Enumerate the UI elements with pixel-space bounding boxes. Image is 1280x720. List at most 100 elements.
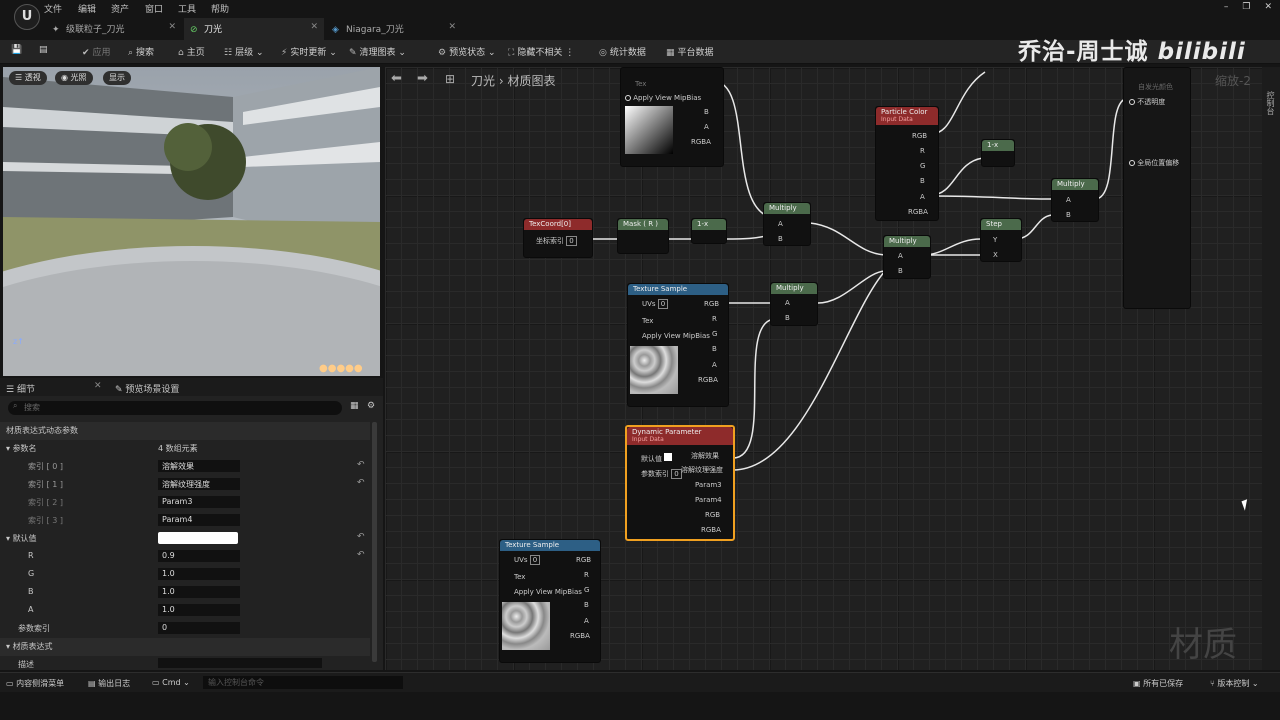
back-arrow-icon[interactable]: ⬅: [391, 71, 402, 86]
texture-sample-node-mid[interactable]: Texture Sample UVs 0 Tex Apply View MipB…: [627, 283, 729, 407]
console-command-input[interactable]: 输入控制台命令: [203, 676, 403, 689]
default-color-swatch[interactable]: [158, 532, 238, 544]
tab-preview-scene[interactable]: ✎ 预览场景设置: [115, 382, 179, 395]
apply-button[interactable]: ✔ 应用: [82, 45, 111, 58]
param-name-0-field[interactable]: 溶解效果: [158, 460, 240, 472]
output-log-button[interactable]: ▤ 输出日志: [88, 678, 130, 689]
details-scrollbar[interactable]: [372, 422, 377, 662]
default-g-field[interactable]: 1.0: [158, 568, 240, 580]
preview-state-button[interactable]: ⚙ 预览状态 ⌄: [438, 45, 496, 58]
clean-graph-button[interactable]: ✎ 清理图表 ⌄: [349, 45, 406, 58]
preview-viewport[interactable]: ☰ 透视 ◉ 光照 显示 ●●●●● z↑: [3, 67, 380, 376]
menu-tools[interactable]: 工具: [178, 2, 196, 15]
stats-button[interactable]: ◎ 统计数据: [599, 45, 646, 58]
default-b-field[interactable]: 1.0: [158, 586, 240, 598]
material-icon: ⊘: [190, 25, 198, 35]
browse-icon[interactable]: ▤: [39, 45, 48, 55]
hierarchy-icon: ☷: [224, 48, 233, 58]
texture-sample-node-bottom[interactable]: Texture Sample UVs 0 Tex Apply View MipB…: [499, 539, 601, 663]
live-update-button[interactable]: ⚡ 实时更新 ⌄: [281, 45, 337, 58]
reset-icon[interactable]: ↶: [357, 478, 365, 488]
grid-view-icon[interactable]: ▦: [350, 401, 359, 411]
maximize-icon[interactable]: ❐: [1242, 2, 1250, 12]
hierarchy-button[interactable]: ☷ 层级 ⌄: [224, 45, 264, 58]
step-node[interactable]: Step Y X: [980, 218, 1022, 262]
close-details-icon[interactable]: ✕: [94, 381, 102, 391]
close-icon[interactable]: ✕: [1264, 2, 1272, 12]
param-index-1-row: 索引 [ 1 ] 溶解纹理强度 ↶: [28, 478, 365, 490]
default-b-row: B 1.0: [0, 584, 370, 602]
source-control-button[interactable]: ⑂ 版本控制 ⌄: [1210, 678, 1259, 689]
param-name-2-field[interactable]: Param3: [158, 496, 240, 508]
multiply-node-1[interactable]: Multiply A B: [763, 202, 811, 246]
close-tab-icon[interactable]: ✕: [448, 22, 456, 32]
default-r-field[interactable]: 0.9: [158, 550, 240, 562]
details-search-input[interactable]: ⌕ 搜索: [8, 401, 342, 415]
one-minus-node-2[interactable]: 1-x: [981, 139, 1015, 167]
reset-icon[interactable]: ↶: [357, 460, 365, 470]
viewport-scene: [3, 67, 380, 376]
platform-icon: ▦: [666, 48, 675, 58]
default-value-row: ▾ 默认值 ↶: [6, 532, 365, 544]
tab-cascade-particle[interactable]: ✦ 级联粒子_刀光 ✕: [46, 18, 182, 40]
close-tab-icon[interactable]: ✕: [168, 22, 176, 32]
close-tab-icon[interactable]: ✕: [310, 22, 318, 32]
param-index-3-row: 索引 [ 3 ] Param4: [0, 512, 370, 530]
cmd-dropdown[interactable]: ▭ Cmd ⌄: [152, 678, 190, 687]
param-names-row[interactable]: ▾ 参数名 4 数组元素: [0, 440, 370, 458]
material-graph[interactable]: ⬅ ➡ ⊞ 刀光 › 材质图表 缩放-2 Tex Apply View MipB…: [385, 67, 1280, 670]
window-controls: – ❐ ✕: [1224, 2, 1272, 12]
preview-shape-icons[interactable]: ●●●●●: [319, 363, 363, 374]
home-button[interactable]: ⌂ 主页: [178, 45, 205, 58]
menu-window[interactable]: 窗口: [145, 2, 163, 15]
dynamic-parameter-node[interactable]: Dynamic Parameter Input Data 默认值 参数索引 0 溶…: [625, 425, 735, 541]
tab-details[interactable]: ☰ 细节: [6, 382, 35, 395]
section-dynamic-params[interactable]: 材质表达式动态参数: [0, 422, 370, 440]
menu-file[interactable]: 文件: [44, 2, 62, 15]
texture-preview: [625, 106, 673, 154]
tab-blade-material[interactable]: ⊘ 刀光 ✕: [184, 18, 324, 40]
tab-niagara[interactable]: ◈ Niagara_刀光 ✕: [326, 18, 462, 40]
reset-icon[interactable]: ↶: [357, 532, 365, 542]
section-expression[interactable]: ▾ 材质表达式: [0, 638, 370, 656]
param-index-row: 参数索引 0: [0, 620, 370, 638]
particle-color-node[interactable]: Particle Color Input Data RGB R G B A RGB…: [875, 106, 939, 221]
one-minus-node[interactable]: 1-x: [691, 218, 727, 244]
default-a-field[interactable]: 1.0: [158, 604, 240, 616]
platform-stats-button[interactable]: ▦ 平台数据: [666, 45, 714, 58]
texcoord-node[interactable]: TexCoord[0] 坐标索引 0: [523, 218, 593, 258]
mask-node[interactable]: Mask ( R ): [617, 218, 669, 254]
lit-button[interactable]: ◉ 光照: [55, 71, 93, 85]
graph-watermark: 材质: [1169, 625, 1237, 665]
forward-arrow-icon[interactable]: ➡: [417, 71, 428, 86]
menu-assets[interactable]: 资产: [111, 2, 129, 15]
reset-icon[interactable]: ↶: [357, 550, 365, 560]
save-icon[interactable]: 💾: [11, 45, 22, 55]
save-status[interactable]: ▣ 所有已保存: [1133, 678, 1183, 689]
hide-unrelated-button[interactable]: ⛶ 隐藏不相关 ⋮: [508, 45, 574, 58]
multiply-node-2[interactable]: Multiply A B: [883, 235, 931, 279]
multiply-node-3[interactable]: Multiply A B: [1051, 178, 1099, 222]
texture-sample-node-top[interactable]: Tex Apply View MipBias B A RGBA: [620, 67, 724, 167]
description-field[interactable]: [158, 658, 322, 668]
perspective-button[interactable]: ☰ 透视: [9, 71, 47, 85]
preview-icon: ⚙: [438, 48, 447, 58]
show-button[interactable]: 显示: [103, 71, 131, 85]
breadcrumb[interactable]: 刀光 › 材质图表: [471, 72, 555, 89]
param-name-1-field[interactable]: 溶解纹理强度: [158, 478, 240, 490]
menu-help[interactable]: 帮助: [211, 2, 229, 15]
particle-icon: ✦: [52, 25, 60, 35]
console-tab[interactable]: 控制台: [1265, 91, 1276, 115]
stats-icon: ◎: [599, 48, 607, 58]
log-icon: ▤: [88, 679, 96, 688]
search-button[interactable]: ⌕ 搜索: [128, 45, 154, 58]
content-drawer-button[interactable]: ▭ 内容侧滑菜单: [6, 678, 64, 689]
cmd-icon: ▭: [152, 678, 160, 687]
menu-edit[interactable]: 编辑: [78, 2, 96, 15]
param-index-field[interactable]: 0: [158, 622, 240, 634]
multiply-node-4[interactable]: Multiply A B: [770, 282, 818, 326]
material-result-node[interactable]: 自发光颜色 不透明度 全局位置偏移: [1123, 67, 1191, 309]
minimize-icon[interactable]: –: [1224, 2, 1229, 12]
param-name-3-field[interactable]: Param4: [158, 514, 240, 526]
settings-gear-icon[interactable]: ⚙: [367, 401, 375, 411]
